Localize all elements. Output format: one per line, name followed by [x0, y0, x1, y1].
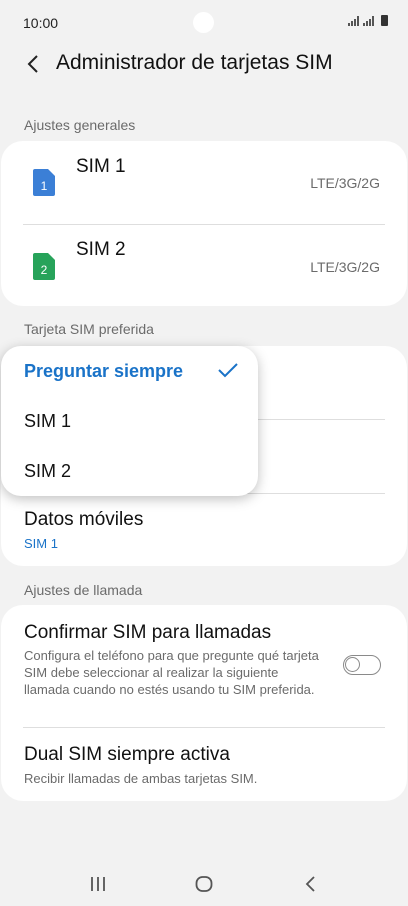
status-time: 10:00 — [23, 15, 59, 31]
mobile-data-title: Datos móviles — [24, 509, 144, 530]
sim-row-2[interactable]: 2 SIM 2 LTE/3G/2G — [1, 225, 407, 307]
confirm-sim-toggle[interactable] — [343, 655, 381, 675]
mobile-data-value: SIM 1 — [24, 536, 58, 551]
dual-sim-row[interactable]: Dual SIM siempre activa Recibir llamadas… — [1, 728, 407, 801]
section-label-calls: Ajustes de llamada — [24, 582, 143, 598]
popup-option-sim2[interactable]: SIM 2 — [1, 446, 258, 496]
call-settings-card: Confirmar SIM para llamadas Configura el… — [1, 605, 407, 801]
app-header: Administrador de tarjetas SIM — [0, 46, 408, 102]
mobile-data-row[interactable]: Datos móviles SIM 1 — [1, 494, 407, 566]
page-title: Administrador de tarjetas SIM — [56, 51, 333, 74]
signal-icon — [363, 16, 374, 26]
sim-card-list: 1 SIM 1 LTE/3G/2G 2 SIM 2 LTE/3G/2G — [1, 141, 407, 306]
recent-apps-icon[interactable] — [86, 872, 110, 896]
signal-icon — [348, 16, 359, 26]
section-label-preferred: Tarjeta SIM preferida — [24, 321, 154, 337]
sim-card-icon: 2 — [33, 253, 55, 280]
toggle-knob — [345, 657, 360, 672]
popup-option-label: SIM 2 — [24, 461, 72, 481]
sim-number: 1 — [41, 179, 48, 193]
camera-cutout — [193, 12, 214, 33]
section-label-general: Ajustes generales — [24, 117, 136, 133]
popup-option-sim1[interactable]: SIM 1 — [1, 396, 258, 446]
sim-card-icon: 1 — [33, 169, 55, 196]
popup-option-label: SIM 1 — [24, 411, 72, 431]
status-bar: 10:00 — [0, 0, 408, 46]
sim-name: SIM 2 — [76, 239, 126, 260]
check-icon — [218, 363, 238, 378]
confirm-sim-row[interactable]: Confirmar SIM para llamadas Configura el… — [1, 605, 407, 727]
confirm-sim-title: Confirmar SIM para llamadas — [24, 622, 272, 643]
popup-option-label: Preguntar siempre — [24, 361, 184, 381]
dual-sim-description: Recibir llamadas de ambas tarjetas SIM. — [24, 771, 258, 786]
sim-row-1[interactable]: 1 SIM 1 LTE/3G/2G — [1, 141, 407, 223]
sim-name: SIM 1 — [76, 156, 126, 177]
popup-option-ask-always[interactable]: Preguntar siempre — [1, 346, 258, 396]
confirm-sim-description: Configura el teléfono para que pregunte … — [24, 648, 319, 697]
preferred-sim-popup: Preguntar siempre SIM 1 SIM 2 — [1, 346, 258, 496]
dual-sim-title: Dual SIM siempre activa — [24, 744, 230, 765]
status-icons — [348, 15, 388, 26]
navigation-bar — [0, 860, 408, 906]
sim-network-type: LTE/3G/2G — [310, 175, 380, 191]
battery-icon — [381, 15, 388, 26]
sim-number: 2 — [41, 263, 48, 277]
sim-network-type: LTE/3G/2G — [310, 259, 380, 275]
back-icon[interactable] — [299, 872, 323, 896]
home-icon[interactable] — [192, 872, 216, 896]
back-arrow-icon[interactable] — [22, 52, 46, 76]
